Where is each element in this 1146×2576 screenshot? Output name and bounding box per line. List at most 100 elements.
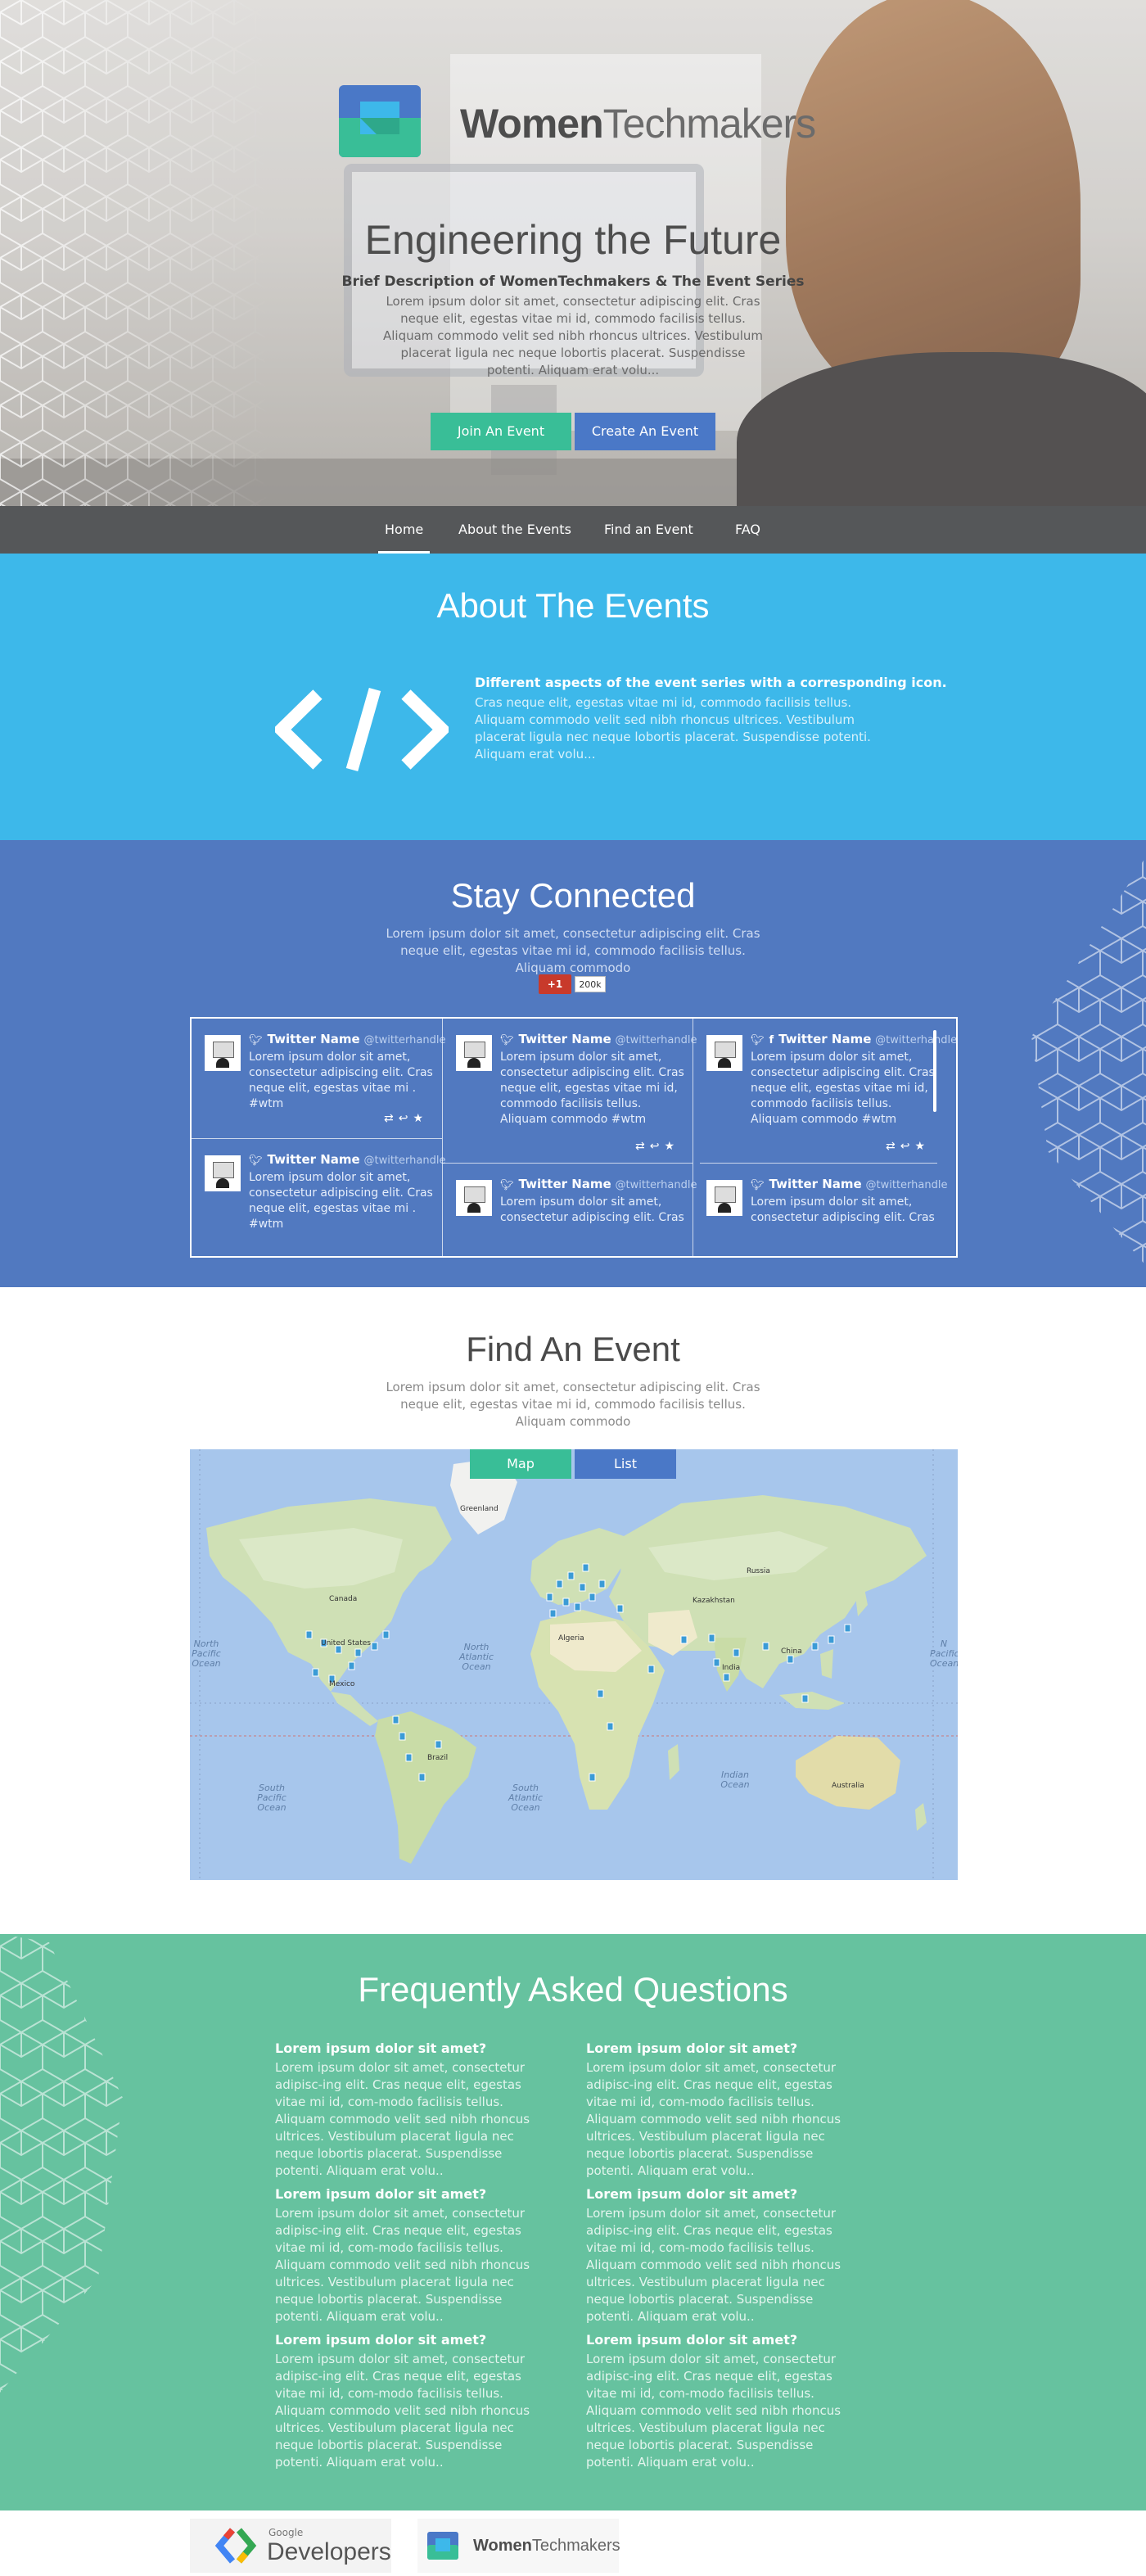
faq-item: Lorem ipsum dolor sit amet? Lorem ipsum … bbox=[586, 2186, 864, 2325]
nav-item-find[interactable]: Find an Event bbox=[604, 506, 693, 554]
map-label: India bbox=[722, 1664, 741, 1672]
tweet-actions: ⇄↩★ bbox=[384, 1112, 428, 1125]
tweet-scrollbar[interactable] bbox=[933, 1030, 936, 1112]
join-event-button[interactable]: Join An Event bbox=[431, 413, 571, 450]
tweet-column: 🐦︎ Twitter Name @twitterhandle Lorem ipsu… bbox=[442, 1019, 697, 1256]
tweet-author-name[interactable]: Twitter Name bbox=[769, 1177, 862, 1191]
faq-question[interactable]: Lorem ipsum dolor sit amet? bbox=[586, 2186, 864, 2202]
twitter-icon: 🐦︎ bbox=[751, 1179, 765, 1191]
faq-item: Lorem ipsum dolor sit amet? Lorem ipsum … bbox=[586, 2332, 864, 2471]
faq-question[interactable]: Lorem ipsum dolor sit amet? bbox=[275, 2332, 553, 2348]
brand-logo[interactable]: WomenTechmakers bbox=[339, 85, 830, 159]
map-label: Canada bbox=[329, 1595, 358, 1603]
hero-description: Lorem ipsum dolor sit amet, consectetur … bbox=[382, 294, 764, 377]
faq-item: Lorem ipsum dolor sit amet? Lorem ipsum … bbox=[275, 2332, 553, 2471]
tweet-author-name[interactable]: Twitter Name bbox=[268, 1152, 360, 1167]
event-map[interactable]: North Pacific Ocean North Atlantic Ocean… bbox=[190, 1449, 958, 1880]
reply-icon[interactable]: ↩ bbox=[399, 1112, 413, 1125]
footer-wordmark-rest: Techmakers bbox=[531, 2537, 620, 2555]
map-label: North Atlantic Ocean bbox=[458, 1642, 494, 1672]
twitter-icon: 🐦︎ bbox=[751, 1034, 765, 1046]
twitter-wall[interactable]: 🐦︎ Twitter Name @twitterhandle Lorem ipsu… bbox=[190, 1017, 958, 1258]
tweet-card[interactable]: 🐦︎ Twitter Name @twitterhandle Lorem ipsu… bbox=[443, 1164, 697, 1256]
tweet-author-name[interactable]: Twitter Name bbox=[778, 1032, 871, 1046]
faq-question[interactable]: Lorem ipsum dolor sit amet? bbox=[586, 2040, 864, 2056]
favorite-icon[interactable]: ★ bbox=[664, 1140, 679, 1153]
nav-item-faq[interactable]: FAQ bbox=[735, 506, 760, 554]
tab-list[interactable]: List bbox=[575, 1449, 676, 1479]
map-label: Brazil bbox=[427, 1754, 449, 1762]
about-feature-body: Cras neque elit, egestas vitae mi id, co… bbox=[475, 695, 871, 762]
google-developers-icon bbox=[214, 2528, 257, 2564]
faq-question[interactable]: Lorem ipsum dolor sit amet? bbox=[586, 2332, 864, 2348]
find-description: Lorem ipsum dolor sit amet, consectetur … bbox=[386, 1380, 760, 1429]
map-label: Indian Ocean bbox=[720, 1769, 750, 1790]
wtm-logo-icon bbox=[427, 2532, 458, 2560]
tweet-handle[interactable]: @twitterhandle bbox=[616, 1034, 697, 1046]
facebook-icon: f bbox=[769, 1034, 774, 1046]
retweet-icon[interactable]: ⇄ bbox=[635, 1140, 650, 1153]
retweet-icon[interactable]: ⇄ bbox=[886, 1140, 900, 1153]
nav-item-home[interactable]: Home bbox=[377, 506, 431, 554]
tweet-column: 🐦︎ Twitter Name @twitterhandle Lorem ipsu… bbox=[192, 1019, 445, 1256]
tweet-card[interactable]: 🐦︎ Twitter Name @twitterhandle Lorem ipsu… bbox=[192, 1139, 445, 1256]
avatar bbox=[456, 1180, 492, 1216]
stay-title: Stay Connected bbox=[450, 876, 696, 915]
avatar bbox=[706, 1035, 742, 1071]
map-label: N Pacific Ocean bbox=[930, 1638, 958, 1669]
faq-title: Frequently Asked Questions bbox=[358, 1970, 788, 2009]
tweet-text: Lorem ipsum dolor sit amet, consectetur … bbox=[751, 1051, 935, 1126]
map-label: Greenland bbox=[460, 1505, 499, 1513]
faq-question[interactable]: Lorem ipsum dolor sit amet? bbox=[275, 2040, 553, 2056]
faq-answer: Lorem ipsum dolor sit amet, consectetur … bbox=[586, 2060, 841, 2178]
create-event-button[interactable]: Create An Event bbox=[575, 413, 715, 450]
nav-item-about[interactable]: About the Events bbox=[458, 506, 571, 554]
favorite-icon[interactable]: ★ bbox=[413, 1112, 428, 1125]
map-label: Russia bbox=[747, 1567, 770, 1575]
faq-item: Lorem ipsum dolor sit amet? Lorem ipsum … bbox=[275, 2040, 553, 2180]
tweet-header: 🐦︎ Twitter Name @twitterhandle bbox=[249, 1152, 445, 1167]
tweet-card[interactable]: 🐦︎ Twitter Name @twitterhandle Lorem ipsu… bbox=[192, 1019, 445, 1138]
google-developers-logo[interactable]: Google Developers bbox=[190, 2519, 391, 2573]
tab-map[interactable]: Map bbox=[470, 1449, 571, 1479]
find-title: Find An Event bbox=[466, 1330, 680, 1368]
tweet-handle[interactable]: @twitterhandle bbox=[364, 1155, 446, 1167]
footer-wtm-logo[interactable]: WomenTechmakers bbox=[417, 2519, 620, 2573]
twitter-icon: 🐦︎ bbox=[249, 1034, 263, 1046]
twitter-icon: 🐦︎ bbox=[249, 1155, 263, 1167]
avatar bbox=[456, 1035, 492, 1071]
tweet-actions: ⇄↩★ bbox=[635, 1140, 679, 1153]
reply-icon[interactable]: ↩ bbox=[900, 1140, 915, 1153]
google-plus-button[interactable]: +1 200k bbox=[539, 974, 607, 994]
tweet-handle[interactable]: @twitterhandle bbox=[875, 1034, 956, 1046]
tweet-card[interactable]: 🐦︎ f Twitter Name @twitterhandle Lorem ips… bbox=[693, 1019, 956, 1163]
tweet-handle[interactable]: @twitterhandle bbox=[364, 1034, 446, 1046]
tweet-author-name[interactable]: Twitter Name bbox=[519, 1177, 611, 1191]
tweet-card[interactable]: 🐦︎ Twitter Name @twitterhandle Lorem ipsu… bbox=[693, 1164, 947, 1256]
tweet-handle[interactable]: @twitterhandle bbox=[866, 1179, 948, 1191]
map-label: Kazakhstan bbox=[693, 1597, 735, 1605]
google-plus-icon: +1 bbox=[539, 974, 571, 994]
tweet-handle[interactable]: @twitterhandle bbox=[616, 1179, 697, 1191]
favorite-icon[interactable]: ★ bbox=[914, 1140, 930, 1153]
tweet-text: Lorem ipsum dolor sit amet, consectetur … bbox=[751, 1195, 935, 1224]
code-icon bbox=[275, 687, 449, 772]
tweet-author-name[interactable]: Twitter Name bbox=[268, 1032, 360, 1046]
map-label: China bbox=[781, 1647, 802, 1656]
tweet-actions: ⇄↩★ bbox=[886, 1140, 930, 1153]
faq-answer: Lorem ipsum dolor sit amet, consectetur … bbox=[586, 2206, 841, 2324]
footer: Google Developers WomenTechmakers bbox=[0, 2510, 1146, 2576]
tweet-card[interactable]: 🐦︎ Twitter Name @twitterhandle Lorem ipsu… bbox=[443, 1019, 697, 1163]
reply-icon[interactable]: ↩ bbox=[650, 1140, 665, 1153]
hero-subtitle: Brief Description of WomenTechmakers & T… bbox=[341, 273, 805, 290]
map-label: United States bbox=[321, 1639, 371, 1647]
tweet-header: 🐦︎ Twitter Name @twitterhandle bbox=[500, 1177, 697, 1191]
faq-answer: Lorem ipsum dolor sit amet, consectetur … bbox=[586, 2352, 841, 2470]
faq-section: Frequently Asked Questions Lorem ipsum d… bbox=[0, 1934, 1146, 2510]
hero-section: WomenTechmakers Engineering the Future B… bbox=[0, 0, 1146, 506]
tweet-author-name[interactable]: Twitter Name bbox=[519, 1032, 611, 1046]
tweet-text: Lorem ipsum dolor sit amet, consectetur … bbox=[249, 1051, 433, 1110]
retweet-icon[interactable]: ⇄ bbox=[384, 1112, 399, 1125]
google-plus-count: 200k bbox=[575, 976, 606, 992]
faq-question[interactable]: Lorem ipsum dolor sit amet? bbox=[275, 2186, 553, 2202]
